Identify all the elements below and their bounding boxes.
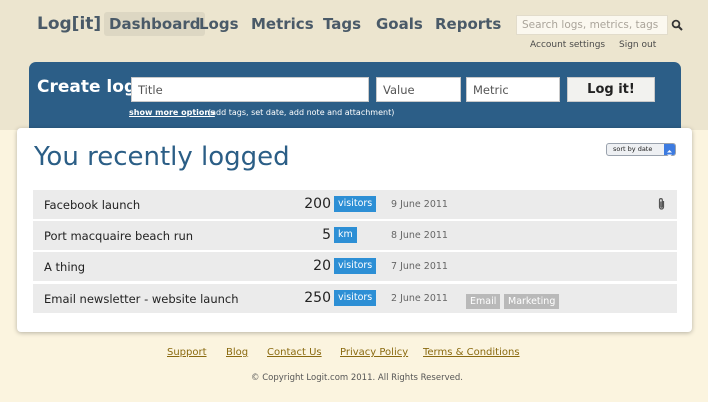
metric-field[interactable]: [466, 77, 560, 102]
recent-logs-title: You recently logged: [34, 142, 290, 172]
log-title: A thing: [44, 260, 86, 274]
nav-logs[interactable]: Logs: [199, 12, 239, 36]
select-arrows-icon: [664, 144, 675, 157]
log-value: 250: [304, 290, 331, 306]
log-it-button[interactable]: Log it!: [567, 77, 655, 102]
footer-contact-link[interactable]: Contact Us: [267, 347, 322, 358]
log-unit-badge[interactable]: visitors: [334, 258, 377, 274]
footer-terms-link[interactable]: Terms & Conditions: [423, 347, 520, 358]
log-unit-badge[interactable]: visitors: [334, 196, 377, 212]
footer-blog-link[interactable]: Blog: [226, 347, 248, 358]
log-date: 8 June 2011: [391, 230, 448, 241]
title-field[interactable]: [131, 77, 369, 102]
paperclip-icon[interactable]: [657, 197, 666, 211]
log-title: Facebook launch: [44, 198, 141, 212]
log-title: Email newsletter - website launch: [44, 292, 239, 306]
value-field[interactable]: [376, 77, 461, 102]
log-title: Port macquaire beach run: [44, 229, 194, 243]
log-date: 2 June 2011: [391, 293, 448, 304]
search-icon[interactable]: [671, 19, 683, 31]
more-options-hint: (add tags, set date, add note and attach…: [208, 108, 395, 117]
log-row[interactable]: Email newsletter - website launch 250 vi…: [33, 284, 677, 313]
sign-out-link[interactable]: Sign out: [619, 40, 656, 50]
log-date: 9 June 2011: [391, 199, 448, 210]
footer-privacy-link[interactable]: Privacy Policy: [340, 347, 408, 358]
nav-reports[interactable]: Reports: [435, 12, 501, 36]
footer-support-link[interactable]: Support: [167, 347, 207, 358]
show-more-options-link[interactable]: show more options: [129, 108, 215, 117]
create-log-title: Create log: [37, 77, 137, 97]
sort-select[interactable]: sort by date: [606, 143, 676, 157]
log-value: 200: [304, 196, 331, 212]
copyright: © Copyright Logit.com 2011. All Rights R…: [251, 373, 463, 383]
log-row[interactable]: A thing 20 visitors 7 June 2011: [33, 252, 677, 281]
log-date: 7 June 2011: [391, 261, 448, 272]
nav-goals[interactable]: Goals: [376, 12, 423, 36]
nav-dashboard[interactable]: Dashboard: [104, 12, 206, 36]
nav-tags[interactable]: Tags: [323, 12, 361, 36]
nav-metrics[interactable]: Metrics: [251, 12, 314, 36]
log-row[interactable]: Facebook launch 200 visitors 9 June 2011: [33, 190, 677, 219]
log-unit-badge[interactable]: visitors: [334, 290, 377, 306]
sort-select-value: sort by date: [613, 145, 653, 153]
tag-email[interactable]: Email: [466, 294, 501, 309]
log-value: 5: [322, 227, 331, 243]
log-row[interactable]: Port macquaire beach run 5 km 8 June 201…: [33, 221, 677, 250]
log-value: 20: [313, 258, 331, 274]
logo[interactable]: Log[it]: [37, 14, 101, 34]
search-input[interactable]: [516, 15, 668, 35]
account-settings-link[interactable]: Account settings: [530, 40, 605, 50]
log-unit-badge[interactable]: km: [334, 227, 357, 243]
tag-marketing[interactable]: Marketing: [504, 294, 560, 309]
